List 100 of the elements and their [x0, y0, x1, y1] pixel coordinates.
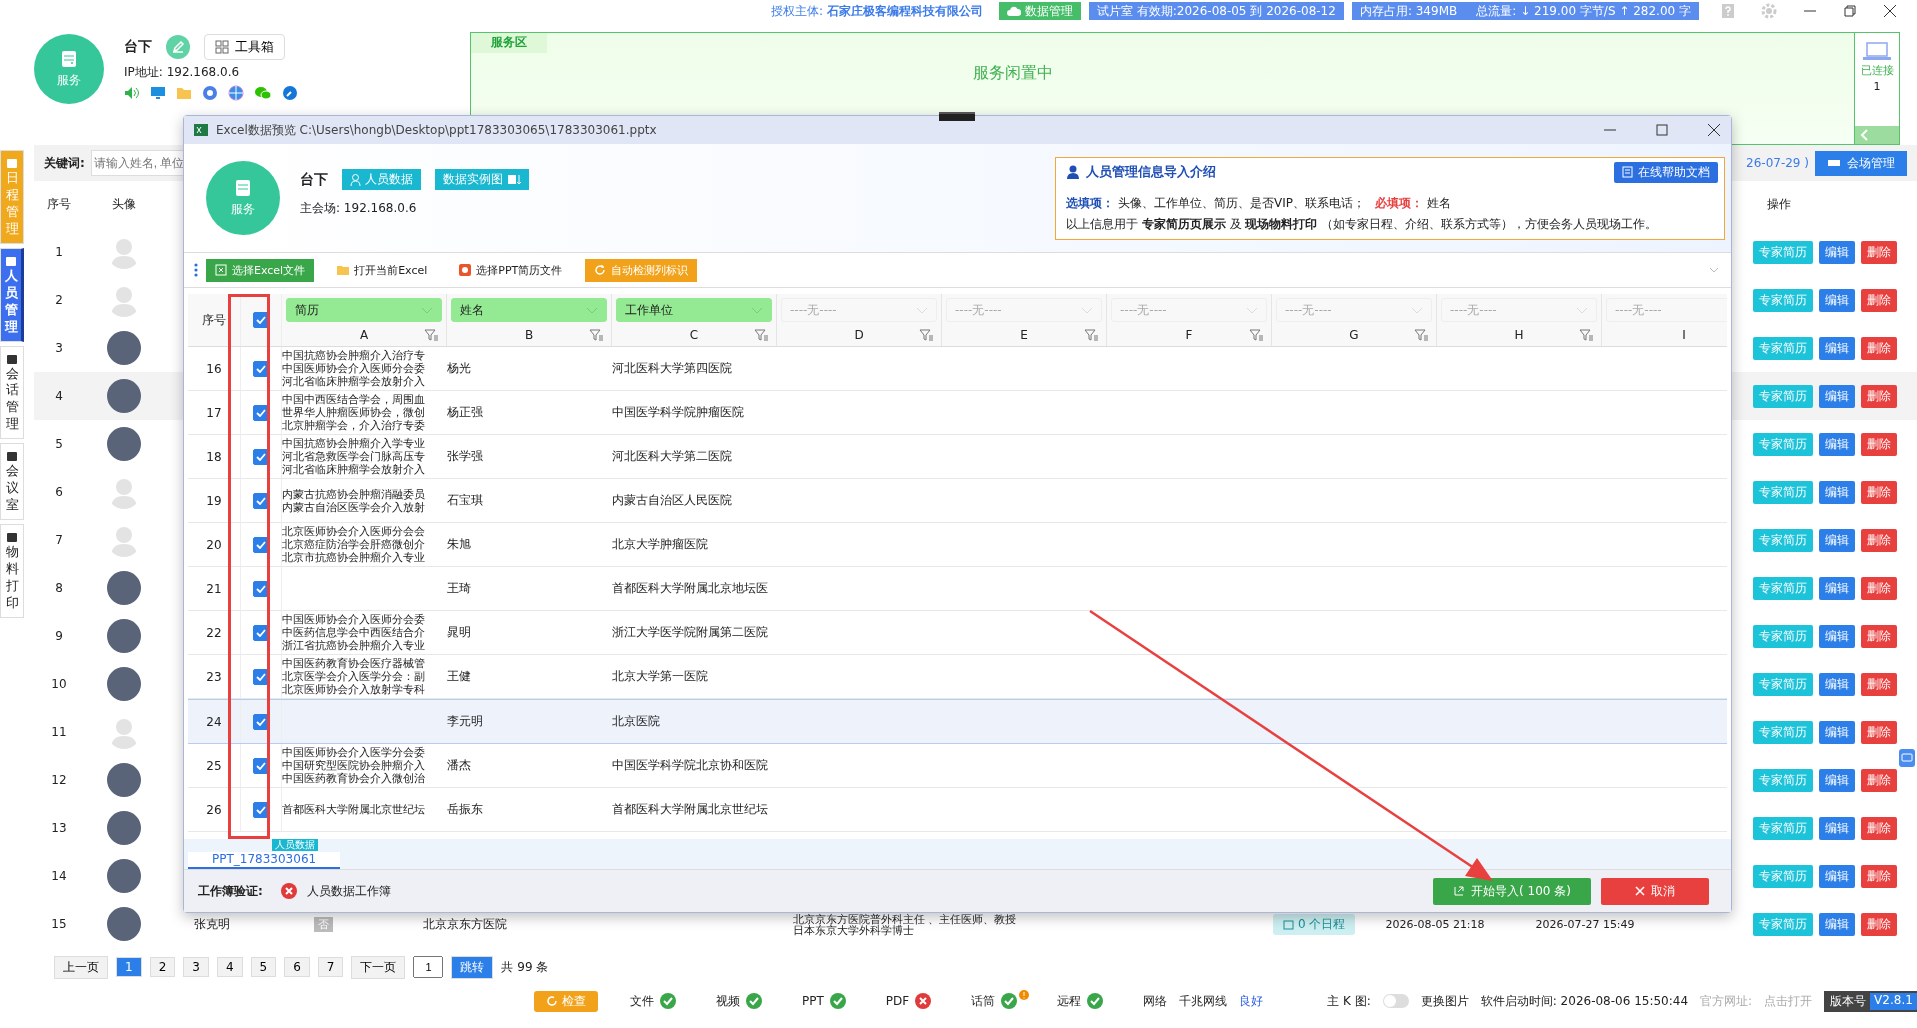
column-header: 序号	[188, 294, 241, 346]
network-label: 网络	[1143, 992, 1168, 1010]
vip-tag: 否	[314, 916, 333, 932]
resume-cell: 中国医药教育协会医疗器械管 北京医学会介入医学分会：副 北京医师协会介入放射学专科	[282, 657, 425, 696]
name-cell: 杨光	[447, 360, 471, 377]
unit-cell: 北京医院	[612, 713, 660, 730]
row-index: 2	[54, 293, 64, 307]
name-cell-text: 张克明	[194, 915, 231, 933]
unit-cell-text: 北京京东方医院	[423, 915, 508, 933]
network-type: 千兆网线	[1179, 992, 1228, 1010]
resume-cell-text: 北京京东方医院普外科主任 、主任医师、教授 日本东京大学外科学博士	[793, 914, 1018, 936]
row-index: 1	[54, 245, 64, 259]
service-status: 服务闲置中	[972, 63, 1053, 84]
sheet-badge: 人员数据	[272, 839, 318, 851]
unit-cell: 河北医科大学第四医院	[612, 360, 732, 377]
column-letter: B	[524, 328, 534, 342]
row-index: 21	[188, 567, 241, 610]
row-index: 24	[188, 700, 241, 743]
name-cell: 晁明	[447, 624, 471, 641]
column-header: 序号	[46, 196, 72, 213]
network-quality: 良好	[1239, 992, 1264, 1010]
name-cell: 石宝琪	[447, 492, 483, 509]
row-index: 4	[54, 389, 64, 403]
row-index: 15	[50, 917, 68, 931]
intro-title: 人员管理信息导入介绍	[1086, 163, 1216, 181]
row-index: 9	[54, 629, 64, 643]
unit-cell: 首都医科大学附属北京世纪坛	[612, 801, 768, 818]
row-index: 3	[54, 341, 64, 355]
name-cell: 王琦	[447, 580, 471, 597]
unit-cell: 中国医学科学院肿瘤医院	[612, 404, 744, 421]
version-number: V2.8.1	[1870, 992, 1917, 1010]
resume-cell: 中国抗癌协会肿瘤介入治疗专 中国医师协会介入医师分会委 河北省临床肿瘤学会放射介入	[282, 349, 425, 388]
resume-cell: 北京医师协会介入医师分会会 北京癌症防治学会肝癌微创介 北京市抗癌协会肿瘤介入专业	[282, 525, 425, 564]
column-letter: C	[689, 328, 699, 342]
name-cell: 潘杰	[447, 757, 471, 774]
column-letter: H	[1514, 328, 1524, 342]
unit-cell: 浙江大学医学院附属第二医院	[612, 624, 768, 641]
column-letter: F	[1185, 328, 1193, 342]
resume-cell: 首都医科大学附属北京世纪坛	[282, 803, 425, 816]
status-label: 视频	[716, 992, 740, 1010]
unit-cell: 北京大学第一医院	[612, 668, 708, 685]
name-cell: 李元明	[447, 713, 483, 730]
row-index: 11	[50, 725, 68, 739]
optional-label: 选填项：	[1066, 194, 1114, 212]
ip-address: IP地址: 192.168.0.6	[124, 64, 241, 81]
unit-cell: 北京大学肿瘤医院	[612, 536, 708, 553]
dialog-title: Excel数据预览 C:\Users\hongb\Desktop\ppt1783303065\1783303061.pptx	[216, 121, 657, 139]
system-stats: 内存占用: 349MB 总流量: ↓ 219.00 字节/S ↑ 282.00 字	[1351, 2, 1699, 20]
unit-cell: 内蒙古自治区人民医院	[612, 492, 732, 509]
row-index: 8	[54, 581, 64, 595]
workbook-name: 人员数据工作簿	[306, 882, 391, 900]
keyword-label: 关键词:	[44, 154, 85, 172]
resume-cell: 中国医师协会介入医学分会委 中国研究型医院协会肿瘤介入 中国医药教育协会介入微创治	[282, 746, 425, 785]
usage-note: 以上信息用于 专家简历页展示 及 现场物料打印 （如专家日程、介绍、联系方式等），方便会务人员现场工作。	[1066, 215, 1659, 233]
column-letter: E	[1020, 328, 1028, 342]
row-index: 25	[188, 744, 241, 787]
row-index: 17	[188, 391, 241, 434]
column-header: 头像	[111, 196, 137, 213]
row-index: 13	[50, 821, 68, 835]
row-index: 16	[188, 347, 241, 390]
row-index: 20	[188, 523, 241, 566]
name-cell: 朱旭	[447, 536, 471, 553]
start-time: 软件启动时间: 2026-08-06 15:50:44	[1480, 992, 1689, 1010]
name-cell: 张学强	[447, 448, 483, 465]
connected-count: 1	[1873, 80, 1881, 93]
column-letter: G	[1349, 328, 1359, 342]
name-cell: 王健	[447, 668, 471, 685]
row-index: 23	[188, 655, 241, 698]
unit-cell: 河北医科大学第二医院	[612, 448, 732, 465]
name-cell: 杨正强	[447, 404, 483, 421]
status-label: PDF	[885, 994, 910, 1008]
row-index: 10	[50, 677, 68, 691]
logo-label: 服务	[231, 200, 255, 218]
version-label: 版本号	[1830, 992, 1867, 1010]
row-index: 14	[50, 869, 68, 883]
required-fields: 姓名	[1427, 194, 1451, 212]
resume-cell: 中国中西医结合学会，周围血 世界华人肿瘤医师协会，微创 北京肿瘤学会，介入治疗专委	[282, 393, 425, 432]
column-letter: I	[1682, 328, 1686, 342]
row-index: 7	[54, 533, 64, 547]
host-address: 主会场: 192.168.0.6	[300, 200, 418, 217]
logo-label: 服务	[57, 71, 81, 89]
name-cell: 岳振东	[447, 801, 483, 818]
status-label: 话筒	[971, 992, 996, 1010]
updated-time: 2026-07-27 15:49	[1535, 917, 1635, 931]
column-letter: A	[359, 328, 369, 342]
created-time: 2026-08-05 21:18	[1385, 917, 1486, 931]
license-period: 试片室 有效期:2026-08-05 到 2026-08-12	[1088, 2, 1344, 20]
total-count: 共 99 条	[501, 958, 549, 976]
status-label: PPT	[802, 994, 824, 1008]
validation-label: 工作簿验证:	[198, 882, 263, 900]
unit-cell: 中国医学科学院北京协和医院	[612, 757, 768, 774]
row-index: 12	[50, 773, 68, 787]
row-index: 6	[54, 485, 64, 499]
resume-cell: 中国抗癌协会肿瘤介入学专业 河北省急救医学会门脉高压专 河北省临床肿瘤学会放射介入	[282, 437, 425, 476]
row-index: 18	[188, 435, 241, 478]
connected-label: 已连接	[1860, 63, 1894, 78]
column-letter: D	[854, 328, 864, 342]
resume-cell: 内蒙古抗癌协会肿瘤消融委员 内蒙古自治区医学会介入放射	[282, 487, 425, 514]
kmap-label: 主 K 图:	[1327, 992, 1371, 1010]
optional-fields: 头像、工作单位、简历、是否VIP、联系电话；	[1118, 194, 1365, 212]
